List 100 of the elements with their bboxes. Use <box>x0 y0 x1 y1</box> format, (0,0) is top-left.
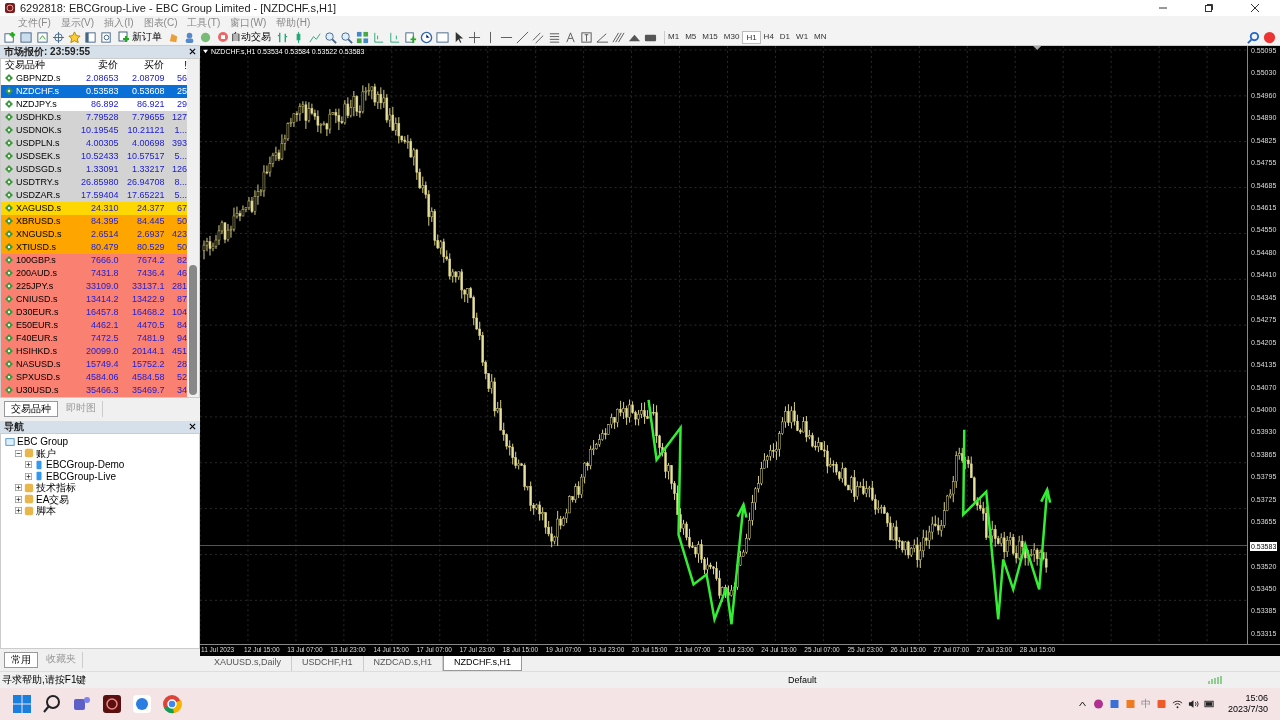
scrollbar-thumb[interactable] <box>189 264 197 395</box>
diamond-icon <box>5 347 13 356</box>
close-icon[interactable] <box>1250 2 1260 13</box>
crosshair-icon[interactable] <box>52 30 65 44</box>
bid-price: 33109.0 <box>84 281 120 292</box>
wifi-icon[interactable] <box>1171 699 1183 710</box>
spread-value: 28 <box>176 359 187 370</box>
panel-tab[interactable]: 常用 <box>4 652 38 669</box>
expander-icon[interactable] <box>15 449 22 457</box>
notification-icon[interactable] <box>1263 30 1276 44</box>
app-icon[interactable] <box>102 694 122 715</box>
trendline-icon[interactable] <box>516 30 529 44</box>
column-header[interactable]: 交易品种 <box>1 58 74 73</box>
clock-time[interactable]: 15:06 <box>1245 693 1268 705</box>
column-header[interactable]: 买价 <box>119 58 166 73</box>
tree-item[interactable]: 账户 <box>36 447 56 459</box>
clock-icon[interactable] <box>420 30 433 44</box>
spread-value: 1... <box>173 125 187 136</box>
expander-icon[interactable] <box>25 472 32 480</box>
app-tray-icon[interactable] <box>1092 699 1104 710</box>
battery-icon[interactable] <box>1203 699 1215 710</box>
column-header[interactable]: 卖价 <box>73 58 120 73</box>
tree-item[interactable]: 脚本 <box>36 505 56 517</box>
auto-trading-button[interactable]: 自动交易 <box>215 29 273 45</box>
fibonacci-icon[interactable] <box>548 30 561 44</box>
text-icon[interactable] <box>564 30 577 44</box>
expander-icon[interactable] <box>15 484 22 492</box>
timeframe-button[interactable]: M5 <box>682 30 700 44</box>
ask-price: 4470.5 <box>135 320 166 331</box>
symbol-name: HSIHKD.s <box>16 346 57 357</box>
text-label-icon[interactable] <box>580 30 593 44</box>
panel-icon[interactable] <box>84 30 97 44</box>
hand-drawn-lines[interactable] <box>647 399 1052 626</box>
dropdown-icon[interactable] <box>203 48 208 54</box>
crosshair-icon[interactable] <box>468 30 481 44</box>
diamond-icon <box>5 113 13 122</box>
app-tray-icon[interactable] <box>1108 699 1120 710</box>
ask-price: 2.6937 <box>135 229 166 240</box>
timeframe-button[interactable]: H4 <box>760 30 777 44</box>
bid-price: 7.79528 <box>84 112 120 123</box>
ask-price: 2.08709 <box>130 73 166 84</box>
market-watch-icon[interactable] <box>36 30 49 44</box>
zoom-out-icon[interactable] <box>340 30 353 44</box>
tree-item[interactable]: EA交易 <box>36 493 70 505</box>
symbol-name: D30EUR.s <box>16 307 59 318</box>
symbol-name: XTIUSD.s <box>16 242 56 253</box>
diamond-icon <box>5 334 13 343</box>
zoom-icon[interactable] <box>100 30 113 44</box>
star-icon[interactable] <box>68 30 81 44</box>
close-icon[interactable] <box>189 48 196 56</box>
bid-price: 26.85980 <box>79 177 120 188</box>
timeframe-button[interactable]: M15 <box>699 30 721 44</box>
ask-price: 17.65221 <box>125 190 166 201</box>
bid-price: 16457.8 <box>84 307 120 318</box>
expander-icon[interactable] <box>15 495 22 503</box>
gann-icon[interactable] <box>612 30 625 44</box>
zoom-in-icon[interactable] <box>324 30 337 44</box>
windows-icon[interactable] <box>12 694 32 715</box>
tree-item[interactable]: EBCGroup-Live <box>46 470 117 482</box>
new-order-button[interactable]: 新订单 <box>116 29 164 45</box>
indicator-icon[interactable] <box>404 30 417 44</box>
tree-item-icon <box>24 505 34 516</box>
channel-icon[interactable] <box>532 30 545 44</box>
expander-icon[interactable] <box>25 461 32 469</box>
search-icon[interactable] <box>42 694 62 715</box>
timeframe-button[interactable]: M1 <box>665 30 683 44</box>
expander-icon[interactable] <box>15 507 22 515</box>
profile-icon[interactable] <box>20 30 33 44</box>
panel-tab[interactable]: 交易品种 <box>4 400 58 417</box>
spread-value: 94 <box>176 333 187 344</box>
symbol-name: CNIUSD.s <box>16 294 58 305</box>
tree-item[interactable]: 技术指标 <box>36 482 76 494</box>
tree-item-icon <box>24 494 34 505</box>
tile-icon[interactable] <box>356 30 369 44</box>
tree-item[interactable]: EBC Group <box>17 436 69 448</box>
chart-tab[interactable]: NZDCHF.s,H1 <box>443 656 523 672</box>
diamond-icon <box>5 230 13 239</box>
timeframe-button[interactable]: H1 <box>742 30 761 44</box>
ask-price: 26.94708 <box>125 177 166 188</box>
ask-price: 84.445 <box>135 216 166 227</box>
diamond-icon <box>5 204 13 213</box>
symbol-name: 225JPY.s <box>16 281 54 292</box>
bid-price: 10.19545 <box>79 125 120 136</box>
volume-icon[interactable] <box>1187 699 1199 710</box>
app-tray-icon[interactable] <box>1155 699 1167 710</box>
bar-chart-icon[interactable] <box>276 30 289 44</box>
restore-icon[interactable] <box>1204 2 1214 13</box>
timeframe-button[interactable]: D1 <box>776 30 794 44</box>
symbol-name: SPXUSD.s <box>16 372 60 383</box>
column-header[interactable]: ! <box>165 59 187 71</box>
bid-price: 20099.0 <box>84 346 120 357</box>
timeframe-button[interactable]: M30 <box>720 30 743 44</box>
browser-icon[interactable] <box>162 694 182 715</box>
close-icon[interactable] <box>189 423 196 431</box>
timeframe-button[interactable]: W1 <box>793 30 812 44</box>
timeframe-button[interactable]: MN <box>811 30 830 44</box>
clock-date[interactable]: 2023/7/30 <box>1227 704 1268 716</box>
new-chart-icon[interactable] <box>4 30 17 44</box>
tree-item[interactable]: EBCGroup-Demo <box>46 459 125 471</box>
ask-price: 20144.1 <box>130 346 166 357</box>
